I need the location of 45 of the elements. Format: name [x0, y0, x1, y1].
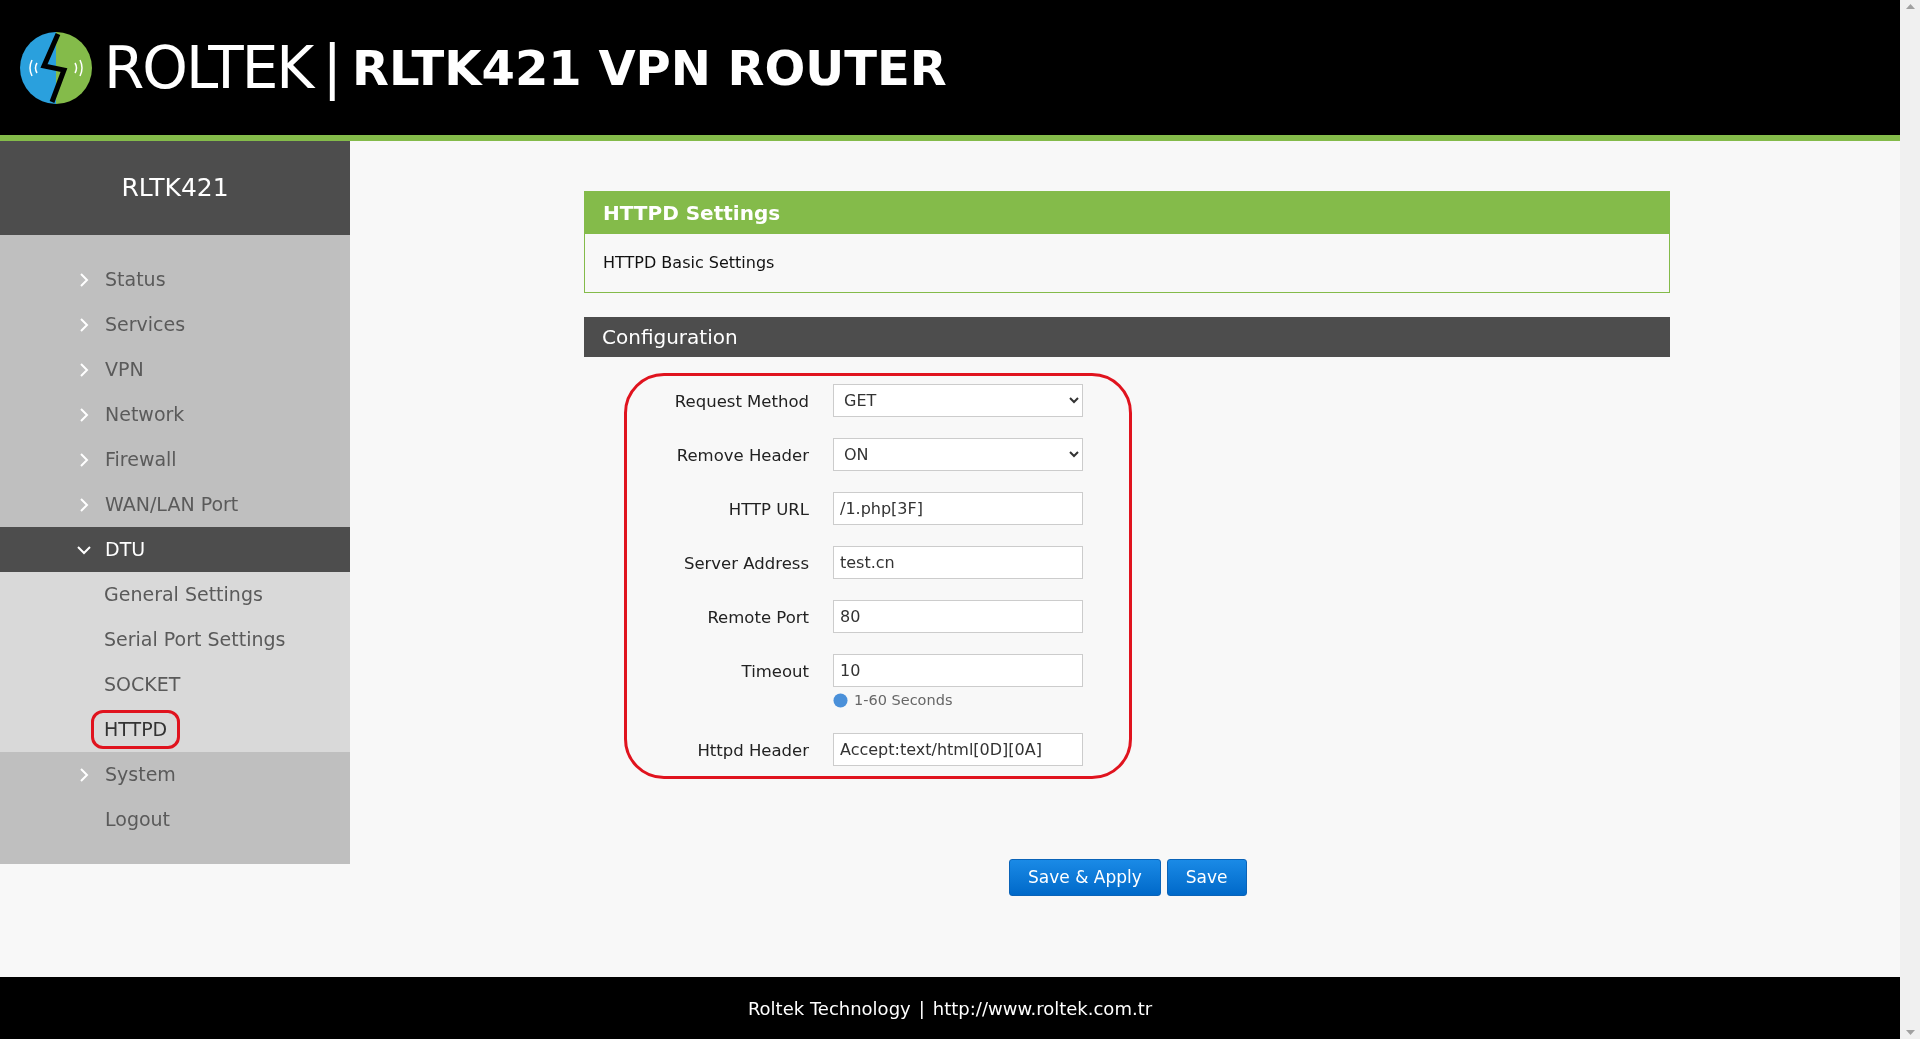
field-label: Timeout — [740, 661, 809, 683]
input-field[interactable]: Accept:text/html[0D][0A] — [833, 732, 1083, 766]
field-label: Request Method — [673, 391, 809, 413]
sidebar-item[interactable]: Status — [0, 257, 350, 302]
submenu-item[interactable]: Serial Port Settings — [91, 620, 299, 659]
sidebar-item[interactable]: Services — [0, 302, 350, 347]
sidebar-item[interactable]: Firewall — [0, 437, 350, 482]
input-field[interactable]: 80 — [833, 600, 1083, 633]
sidebar-item[interactable]: VPN — [0, 347, 350, 392]
help-icon — [833, 693, 848, 709]
submenu-item[interactable]: SOCKET — [91, 665, 194, 704]
footer-separator: | — [918, 996, 925, 1021]
section-title: Configuration — [584, 317, 1670, 357]
input-field[interactable]: test.cn — [833, 546, 1083, 579]
scroll-up-icon[interactable] — [1905, 4, 1915, 9]
field-label: Remove Header — [675, 445, 809, 467]
logo-icon — [18, 29, 94, 106]
scrollbar[interactable] — [1900, 0, 1920, 1039]
footer-link[interactable]: http://www.roltek.com.tr — [932, 994, 1153, 1022]
save-button[interactable]: Save & Apply — [1009, 858, 1161, 897]
input-field[interactable]: /1.php[3F] — [833, 492, 1083, 525]
brand-name: ROLTEK — [104, 38, 313, 97]
sidebar-item[interactable]: System — [0, 752, 350, 797]
save-button[interactable]: Save — [1166, 858, 1247, 897]
panel-title: HTTPD Settings — [585, 192, 1669, 234]
field-label: HTTP URL — [727, 499, 809, 521]
submenu-item[interactable]: HTTPD — [91, 710, 181, 749]
dropdown[interactable]: ON — [833, 438, 1083, 471]
field-label: Remote Port — [706, 607, 809, 629]
input-field[interactable]: 10 — [833, 654, 1083, 687]
panel-description: HTTPD Basic Settings — [602, 252, 776, 274]
dropdown[interactable]: GET — [833, 384, 1083, 417]
scroll-down-icon[interactable] — [1905, 1030, 1915, 1035]
footer-company: Roltek Technology — [747, 996, 911, 1021]
header-separator: | — [322, 32, 342, 104]
sidebar-item[interactable]: Logout — [0, 797, 350, 842]
help-text: 1-60 Seconds — [854, 691, 953, 710]
field-label: Server Address — [682, 553, 809, 575]
field-label: Httpd Header — [696, 739, 809, 762]
sidebar-title: RLTK421 — [0, 141, 350, 235]
sidebar-item[interactable]: Network — [0, 392, 350, 437]
submenu-item[interactable]: General Settings — [91, 575, 276, 614]
sidebar-item[interactable]: DTU — [0, 527, 350, 572]
header-title: RLTK421 VPN ROUTER — [351, 43, 947, 92]
sidebar-item[interactable]: WAN/LAN Port — [0, 482, 350, 527]
